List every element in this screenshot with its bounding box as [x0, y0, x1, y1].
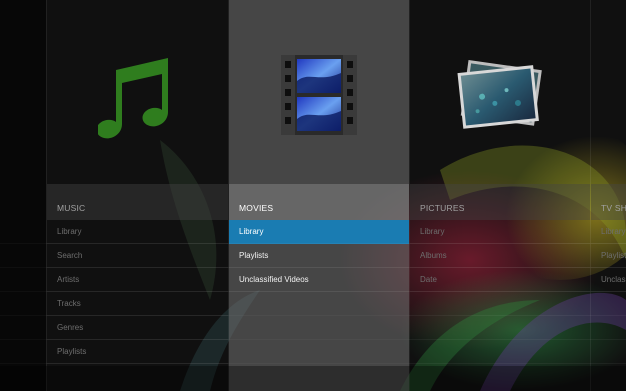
- film-strip-icon: [229, 45, 409, 145]
- menu-item-tv-library[interactable]: Library: [591, 220, 626, 244]
- menu-column-music[interactable]: MUSIC Library Search Artists Tracks Genr…: [47, 0, 228, 391]
- menu-item-pictures-library[interactable]: Library: [410, 220, 590, 244]
- menu-header-band: [410, 184, 590, 220]
- photo-stack-icon: [410, 45, 590, 145]
- footer-bar: [0, 366, 626, 391]
- music-note-icon: [47, 45, 228, 145]
- menu-column-tv-shows[interactable]: TV SHOWS Library Playlists Unclassified: [591, 0, 626, 391]
- left-edge-strip: [0, 0, 46, 391]
- menu-title-music[interactable]: MUSIC: [57, 203, 85, 213]
- menu-header-band: [591, 184, 626, 220]
- menu-title-tv-shows[interactable]: TV SHOWS: [601, 203, 626, 213]
- menu-items-music: Library Search Artists Tracks Genres Pla…: [47, 220, 228, 364]
- menu-title-movies[interactable]: MOVIES: [239, 203, 273, 213]
- menu-items-movies: Library Playlists Unclassified Videos: [229, 220, 409, 292]
- menu-item-pictures-albums[interactable]: Albums: [410, 244, 590, 268]
- menu-items-pictures: Library Albums Date: [410, 220, 590, 292]
- menu-item-music-library[interactable]: Library: [47, 220, 228, 244]
- menu-item-music-tracks[interactable]: Tracks: [47, 292, 228, 316]
- menu-items-tv-shows: Library Playlists Unclassified: [591, 220, 626, 292]
- menu-item-movies-unclassified-videos[interactable]: Unclassified Videos: [229, 268, 409, 292]
- menu-header-band: [47, 184, 228, 220]
- menu-item-tv-unclassified[interactable]: Unclassified: [591, 268, 626, 292]
- menu-item-music-genres[interactable]: Genres: [47, 316, 228, 340]
- menu-item-music-artists[interactable]: Artists: [47, 268, 228, 292]
- menu-item-music-search[interactable]: Search: [47, 244, 228, 268]
- menu-column-pictures[interactable]: PICTURES Library Albums Date: [410, 0, 590, 391]
- menu-title-pictures[interactable]: PICTURES: [420, 203, 465, 213]
- menu-item-music-playlists[interactable]: Playlists: [47, 340, 228, 364]
- menu-item-pictures-date[interactable]: Date: [410, 268, 590, 292]
- menu-item-movies-playlists[interactable]: Playlists: [229, 244, 409, 268]
- menu-header-band: [229, 184, 409, 220]
- menu-column-movies[interactable]: MOVIES Library Playlists Unclassified Vi…: [229, 0, 409, 391]
- menu-item-tv-playlists[interactable]: Playlists: [591, 244, 626, 268]
- menu-item-movies-library[interactable]: Library: [229, 220, 409, 244]
